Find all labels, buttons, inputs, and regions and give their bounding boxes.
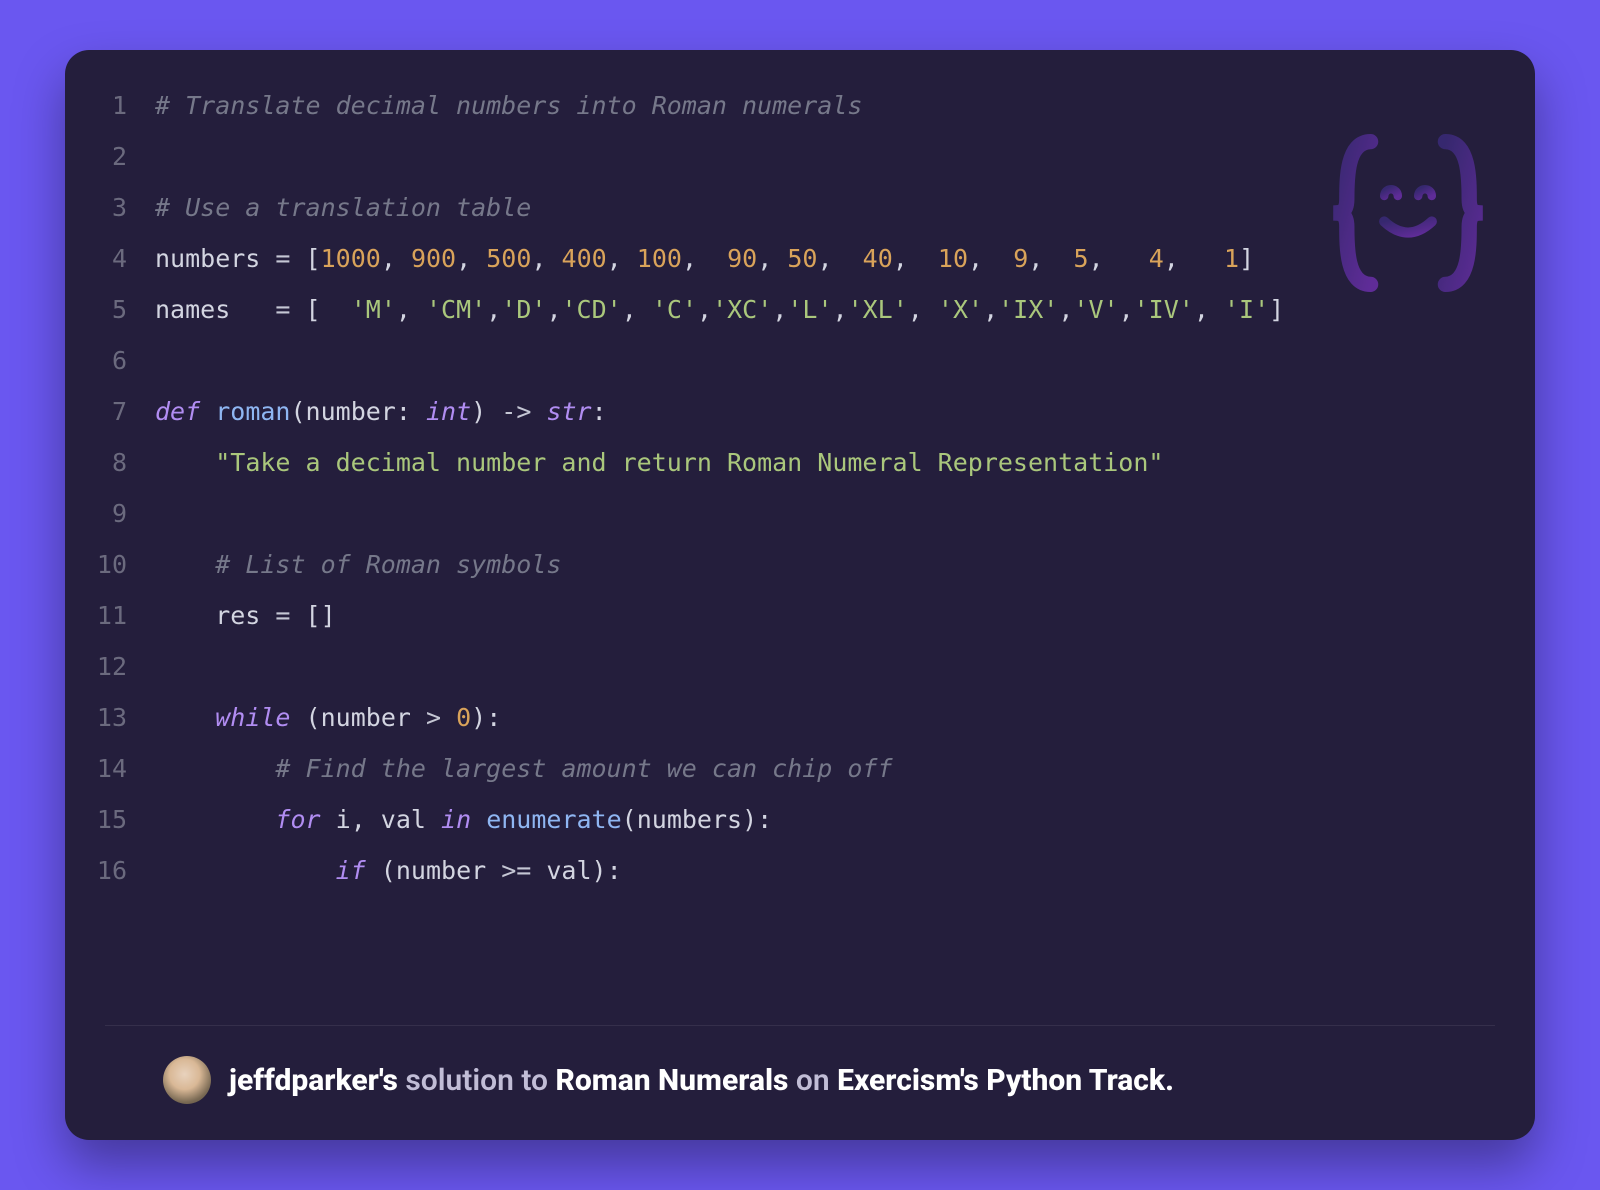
code-line: res = [] <box>155 590 1505 641</box>
attr-track: Python Track. <box>986 1063 1174 1098</box>
avatar <box>163 1056 211 1104</box>
line-number: 7 <box>85 386 127 437</box>
line-number: 16 <box>85 845 127 896</box>
code-line: if (number >= val): <box>155 845 1505 896</box>
code-area: 12345678910111213141516 # Translate deci… <box>65 50 1535 1025</box>
line-number-gutter: 12345678910111213141516 <box>85 80 155 1015</box>
attr-site: Exercism's <box>837 1063 986 1098</box>
code-line <box>155 335 1505 386</box>
attribution-text: jeffdparker's solution to Roman Numerals… <box>229 1063 1174 1098</box>
line-number: 6 <box>85 335 127 386</box>
code-line <box>155 131 1505 182</box>
line-number: 8 <box>85 437 127 488</box>
code-line <box>155 641 1505 692</box>
code-line: while (number > 0): <box>155 692 1505 743</box>
line-number: 5 <box>85 284 127 335</box>
code-line <box>155 488 1505 539</box>
line-number: 13 <box>85 692 127 743</box>
code-line: numbers = [1000, 900, 500, 400, 100, 90,… <box>155 233 1505 284</box>
code-card: 12345678910111213141516 # Translate deci… <box>65 50 1535 1140</box>
line-number: 4 <box>85 233 127 284</box>
attr-user: jeffdparker's <box>229 1063 405 1098</box>
line-number: 11 <box>85 590 127 641</box>
line-number: 3 <box>85 182 127 233</box>
code-line: # Translate decimal numbers into Roman n… <box>155 80 1505 131</box>
line-number: 15 <box>85 794 127 845</box>
code-line: def roman(number: int) -> str: <box>155 386 1505 437</box>
attr-exercise: Roman Numerals <box>556 1063 796 1098</box>
attribution-footer: jeffdparker's solution to Roman Numerals… <box>105 1025 1495 1140</box>
code-line: for i, val in enumerate(numbers): <box>155 794 1505 845</box>
code-content[interactable]: # Translate decimal numbers into Roman n… <box>155 80 1505 1015</box>
code-line: # Find the largest amount we can chip of… <box>155 743 1505 794</box>
line-number: 10 <box>85 539 127 590</box>
attr-solution-to: solution to <box>405 1063 555 1098</box>
attr-on: on <box>796 1063 837 1098</box>
line-number: 14 <box>85 743 127 794</box>
line-number: 2 <box>85 131 127 182</box>
line-number: 9 <box>85 488 127 539</box>
code-line: names = [ 'M', 'CM','D','CD', 'C','XC','… <box>155 284 1505 335</box>
code-line: # Use a translation table <box>155 182 1505 233</box>
line-number: 1 <box>85 80 127 131</box>
code-line: # List of Roman symbols <box>155 539 1505 590</box>
line-number: 12 <box>85 641 127 692</box>
code-line: "Take a decimal number and return Roman … <box>155 437 1505 488</box>
